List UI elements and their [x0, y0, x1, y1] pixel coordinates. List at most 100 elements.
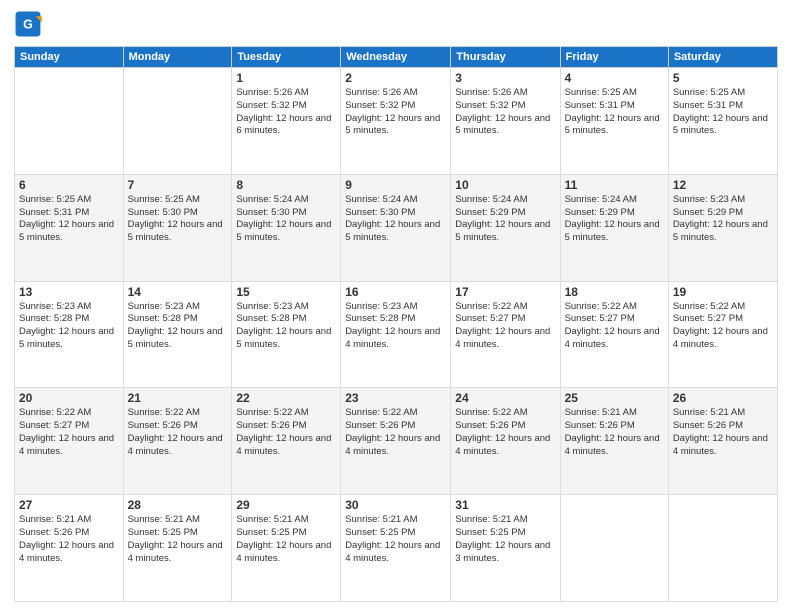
weekday-header: Friday: [560, 47, 668, 68]
day-number: 31: [455, 498, 555, 512]
day-number: 25: [565, 391, 664, 405]
calendar-cell: 10 Sunrise: 5:24 AMSunset: 5:29 PMDayligh…: [451, 174, 560, 281]
calendar-cell: 15 Sunrise: 5:23 AMSunset: 5:28 PMDayligh…: [232, 281, 341, 388]
calendar-cell: 22 Sunrise: 5:22 AMSunset: 5:26 PMDayligh…: [232, 388, 341, 495]
calendar-cell: [15, 68, 124, 175]
calendar-cell: 1 Sunrise: 5:26 AMSunset: 5:32 PMDaylight…: [232, 68, 341, 175]
day-info: Sunrise: 5:22 AMSunset: 5:26 PMDaylight:…: [345, 407, 446, 458]
day-number: 11: [565, 178, 664, 192]
calendar-cell: 13 Sunrise: 5:23 AMSunset: 5:28 PMDayligh…: [15, 281, 124, 388]
day-number: 26: [673, 391, 773, 405]
svg-text:G: G: [23, 18, 33, 32]
day-info: Sunrise: 5:22 AMSunset: 5:27 PMDaylight:…: [455, 301, 555, 352]
calendar-cell: 31Sunrise: 5:21 AMSunset: 5:25 PMDayligh…: [451, 495, 560, 602]
day-info: Sunrise: 5:26 AMSunset: 5:32 PMDaylight:…: [345, 87, 446, 138]
calendar-cell: 8Sunrise: 5:24 AMSunset: 5:30 PMDaylight…: [232, 174, 341, 281]
day-info: Sunrise: 5:24 AMSunset: 5:29 PMDaylight:…: [455, 194, 555, 245]
day-number: 2: [345, 71, 446, 85]
calendar-cell: 7 Sunrise: 5:25 AMSunset: 5:30 PMDaylight…: [123, 174, 232, 281]
day-info: Sunrise: 5:22 AMSunset: 5:26 PMDaylight:…: [236, 407, 336, 458]
day-info: Sunrise: 5:21 AMSunset: 5:25 PMDaylight:…: [128, 514, 228, 565]
day-number: 28: [128, 498, 228, 512]
calendar-cell: 2 Sunrise: 5:26 AMSunset: 5:32 PMDaylight…: [341, 68, 451, 175]
day-number: 21: [128, 391, 228, 405]
day-number: 18: [565, 285, 664, 299]
calendar-cell: 6 Sunrise: 5:25 AMSunset: 5:31 PMDaylight…: [15, 174, 124, 281]
calendar-cell: 11 Sunrise: 5:24 AMSunset: 5:29 PMDayligh…: [560, 174, 668, 281]
calendar-cell: [560, 495, 668, 602]
day-info: Sunrise: 5:22 AMSunset: 5:27 PMDaylight:…: [565, 301, 664, 352]
day-info: Sunrise: 5:22 AMSunset: 5:27 PMDaylight:…: [673, 301, 773, 352]
calendar-cell: 5Sunrise: 5:25 AMSunset: 5:31 PMDaylight…: [668, 68, 777, 175]
day-info: Sunrise: 5:24 AMSunset: 5:30 PMDaylight:…: [345, 194, 446, 245]
day-number: 14: [128, 285, 228, 299]
day-info: Sunrise: 5:22 AMSunset: 5:27 PMDaylight:…: [19, 407, 119, 458]
day-number: 29: [236, 498, 336, 512]
day-number: 22: [236, 391, 336, 405]
day-info: Sunrise: 5:21 AMSunset: 5:26 PMDaylight:…: [673, 407, 773, 458]
page-container: G SundayMondayTuesdayWednesdayThursdayFr…: [0, 0, 792, 612]
day-info: Sunrise: 5:24 AMSunset: 5:29 PMDaylight:…: [565, 194, 664, 245]
day-info: Sunrise: 5:21 AMSunset: 5:25 PMDaylight:…: [236, 514, 336, 565]
calendar-cell: 29 Sunrise: 5:21 AMSunset: 5:25 PMDayligh…: [232, 495, 341, 602]
day-info: Sunrise: 5:23 AMSunset: 5:28 PMDaylight:…: [19, 301, 119, 352]
calendar-cell: 17 Sunrise: 5:22 AMSunset: 5:27 PMDayligh…: [451, 281, 560, 388]
weekday-header: Monday: [123, 47, 232, 68]
day-number: 20: [19, 391, 119, 405]
calendar-cell: 21 Sunrise: 5:22 AMSunset: 5:26 PMDayligh…: [123, 388, 232, 495]
calendar-cell: [123, 68, 232, 175]
weekday-header: Saturday: [668, 47, 777, 68]
logo: G: [14, 10, 44, 38]
calendar-cell: 24 Sunrise: 5:22 AMSunset: 5:26 PMDayligh…: [451, 388, 560, 495]
weekday-header: Tuesday: [232, 47, 341, 68]
calendar-cell: 25 Sunrise: 5:21 AMSunset: 5:26 PMDayligh…: [560, 388, 668, 495]
header: G: [14, 10, 778, 38]
day-info: Sunrise: 5:26 AMSunset: 5:32 PMDaylight:…: [236, 87, 336, 138]
weekday-header: Thursday: [451, 47, 560, 68]
calendar-cell: 16Sunrise: 5:23 AMSunset: 5:28 PMDayligh…: [341, 281, 451, 388]
day-info: Sunrise: 5:23 AMSunset: 5:28 PMDaylight:…: [236, 301, 336, 352]
calendar-cell: 28 Sunrise: 5:21 AMSunset: 5:25 PMDayligh…: [123, 495, 232, 602]
calendar-cell: 9 Sunrise: 5:24 AMSunset: 5:30 PMDaylight…: [341, 174, 451, 281]
day-info: Sunrise: 5:22 AMSunset: 5:26 PMDaylight:…: [128, 407, 228, 458]
calendar-cell: 27Sunrise: 5:21 AMSunset: 5:26 PMDayligh…: [15, 495, 124, 602]
day-info: Sunrise: 5:25 AMSunset: 5:31 PMDaylight:…: [19, 194, 119, 245]
day-number: 13: [19, 285, 119, 299]
day-info: Sunrise: 5:23 AMSunset: 5:28 PMDaylight:…: [345, 301, 446, 352]
day-info: Sunrise: 5:25 AMSunset: 5:30 PMDaylight:…: [128, 194, 228, 245]
calendar-cell: 30 Sunrise: 5:21 AMSunset: 5:25 PMDayligh…: [341, 495, 451, 602]
day-info: Sunrise: 5:25 AMSunset: 5:31 PMDaylight:…: [673, 87, 773, 138]
day-info: Sunrise: 5:22 AMSunset: 5:26 PMDaylight:…: [455, 407, 555, 458]
day-number: 15: [236, 285, 336, 299]
day-number: 12: [673, 178, 773, 192]
calendar-cell: 26 Sunrise: 5:21 AMSunset: 5:26 PMDayligh…: [668, 388, 777, 495]
day-info: Sunrise: 5:21 AMSunset: 5:26 PMDaylight:…: [565, 407, 664, 458]
calendar-cell: 4Sunrise: 5:25 AMSunset: 5:31 PMDaylight…: [560, 68, 668, 175]
calendar-cell: 12 Sunrise: 5:23 AMSunset: 5:29 PMDayligh…: [668, 174, 777, 281]
day-number: 6: [19, 178, 119, 192]
day-number: 23: [345, 391, 446, 405]
day-info: Sunrise: 5:21 AMSunset: 5:25 PMDaylight:…: [345, 514, 446, 565]
day-info: Sunrise: 5:21 AMSunset: 5:26 PMDaylight:…: [19, 514, 119, 565]
calendar-cell: 18 Sunrise: 5:22 AMSunset: 5:27 PMDayligh…: [560, 281, 668, 388]
weekday-header: Wednesday: [341, 47, 451, 68]
day-info: Sunrise: 5:26 AMSunset: 5:32 PMDaylight:…: [455, 87, 555, 138]
day-info: Sunrise: 5:24 AMSunset: 5:30 PMDaylight:…: [236, 194, 336, 245]
day-number: 19: [673, 285, 773, 299]
day-info: Sunrise: 5:23 AMSunset: 5:28 PMDaylight:…: [128, 301, 228, 352]
weekday-header: Sunday: [15, 47, 124, 68]
day-number: 10: [455, 178, 555, 192]
day-number: 3: [455, 71, 555, 85]
day-number: 24: [455, 391, 555, 405]
day-number: 7: [128, 178, 228, 192]
calendar-cell: 14 Sunrise: 5:23 AMSunset: 5:28 PMDayligh…: [123, 281, 232, 388]
calendar-table: SundayMondayTuesdayWednesdayThursdayFrid…: [14, 46, 778, 602]
day-number: 17: [455, 285, 555, 299]
day-number: 1: [236, 71, 336, 85]
calendar-cell: [668, 495, 777, 602]
logo-icon: G: [14, 10, 42, 38]
day-info: Sunrise: 5:23 AMSunset: 5:29 PMDaylight:…: [673, 194, 773, 245]
day-info: Sunrise: 5:25 AMSunset: 5:31 PMDaylight:…: [565, 87, 664, 138]
day-number: 9: [345, 178, 446, 192]
day-number: 30: [345, 498, 446, 512]
